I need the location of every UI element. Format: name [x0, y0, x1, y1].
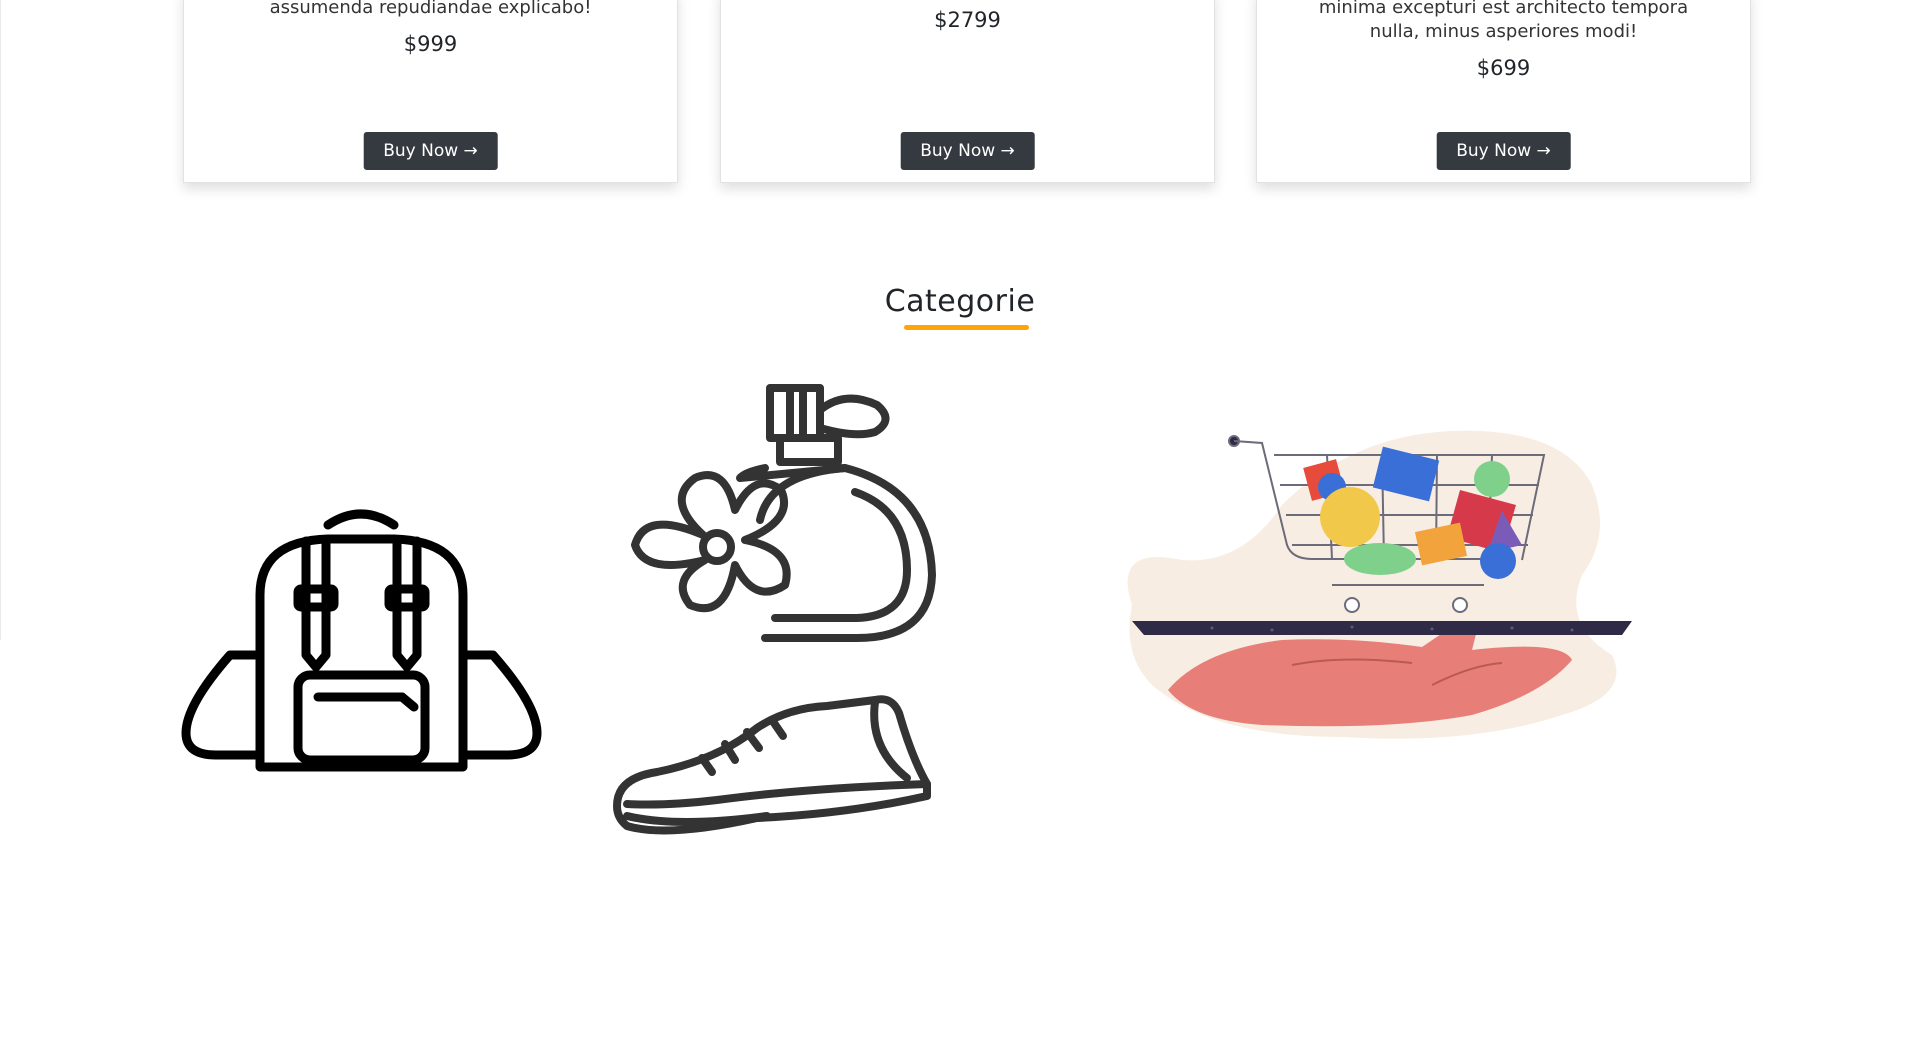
product-card: $2799 Buy Now →: [720, 0, 1215, 183]
sneaker-icon: [613, 695, 931, 835]
category-perfume[interactable]: [595, 380, 940, 642]
section-title: Categorie: [884, 284, 1036, 319]
buy-now-button[interactable]: Buy Now →: [1436, 132, 1571, 170]
category-shopping[interactable]: [1092, 425, 1668, 740]
buy-now-button[interactable]: Buy Now →: [363, 132, 498, 170]
category-sneaker[interactable]: [607, 688, 940, 838]
product-price: $999: [403, 32, 458, 56]
product-price: $699: [1476, 56, 1531, 80]
page: assumenda repudiandae explicabo! $999 Bu…: [0, 0, 1920, 1040]
backpack-icon: [181, 509, 542, 772]
title-underline: [904, 325, 1029, 330]
category-backpack[interactable]: [178, 505, 545, 775]
product-card: assumenda repudiandae explicabo! $999 Bu…: [183, 0, 678, 183]
product-price: $2799: [934, 8, 1001, 32]
product-card: minima excepturi est architecto tempora …: [1256, 0, 1751, 183]
product-description: assumenda repudiandae explicabo!: [269, 0, 592, 18]
buy-now-button[interactable]: Buy Now →: [900, 132, 1035, 170]
perfume-icon: [631, 384, 936, 642]
product-description: minima excepturi est architecto tempora …: [1318, 0, 1689, 42]
product-cards-row: assumenda repudiandae explicabo! $999 Bu…: [0, 0, 1920, 185]
shopping-cart-illustration: [1127, 430, 1632, 739]
